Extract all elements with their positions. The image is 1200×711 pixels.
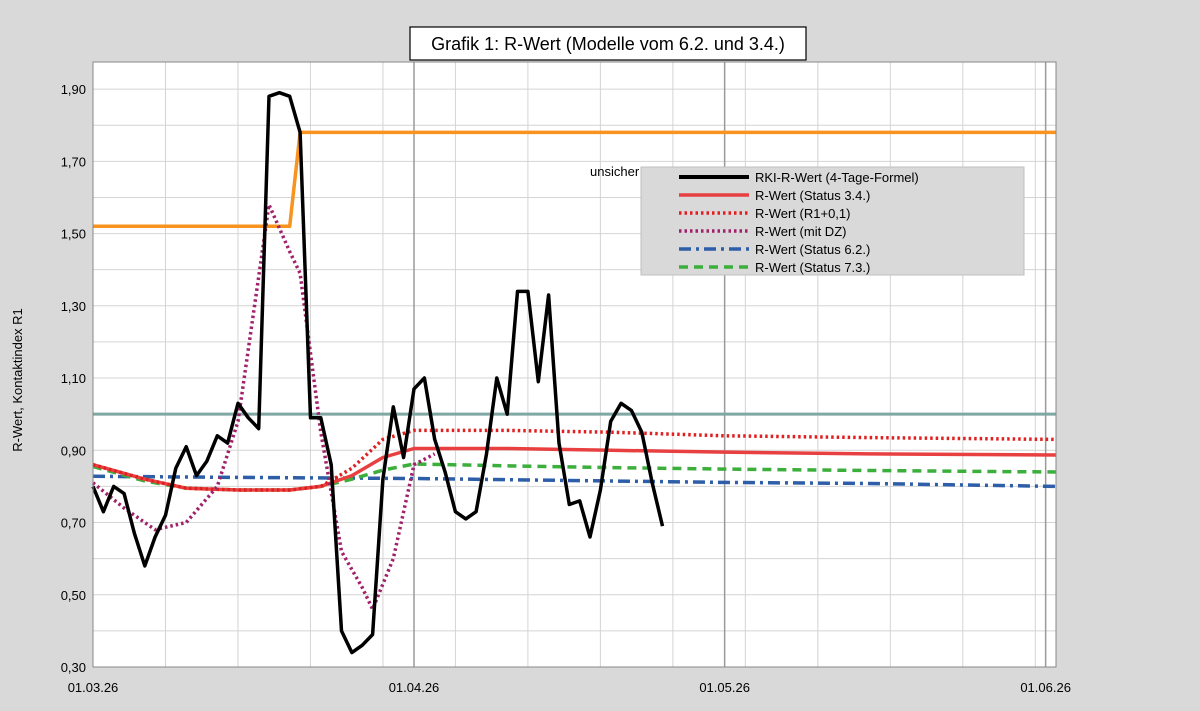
y-tick-label: 0,70 bbox=[61, 516, 86, 531]
legend-label: R-Wert (mit DZ) bbox=[755, 224, 846, 239]
legend-label: R-Wert (Status 7.3.) bbox=[755, 260, 870, 275]
legend-label: R-Wert (Status 3.4.) bbox=[755, 188, 870, 203]
y-tick-label: 0,30 bbox=[61, 660, 86, 675]
y-tick-label: 1,70 bbox=[61, 154, 86, 169]
legend-label: R-Wert (R1+0,1) bbox=[755, 206, 850, 221]
y-tick-label: 0,90 bbox=[61, 443, 86, 458]
chart-svg: 0,30 0,50 0,70 0,90 1,10 1,30 1,50 1,70 1,90 01.0… bbox=[10, 26, 1071, 695]
x-tick-label: 01.05.26 bbox=[699, 680, 750, 695]
chart-title-box: Grafik 1: R-Wert (Modelle vom 6.2. und 3… bbox=[409, 26, 807, 61]
y-axis-label: R-Wert, Kontaktindex R1 bbox=[10, 308, 25, 452]
y-tick-label: 1,90 bbox=[61, 82, 86, 97]
y-tick-label: 1,50 bbox=[61, 227, 86, 242]
chart-title: Grafik 1: R-Wert (Modelle vom 6.2. und 3… bbox=[431, 34, 785, 54]
legend-label: RKI-R-Wert (4-Tage-Formel) bbox=[755, 170, 919, 185]
x-tick-label: 01.06.26 bbox=[1020, 680, 1071, 695]
legend-label: R-Wert (Status 6.2.) bbox=[755, 242, 870, 257]
legend: RKI-R-Wert (4-Tage-Formel) R-Wert (Status… bbox=[640, 166, 1025, 276]
chart-container: 0,30 0,50 0,70 0,90 1,10 1,30 1,50 1,70 1,90 01.0… bbox=[0, 0, 1200, 706]
plot-area bbox=[93, 62, 1056, 667]
y-tick-label: 1,10 bbox=[61, 371, 86, 386]
y-tick-label: 0,50 bbox=[61, 588, 86, 603]
x-tick-label: 01.03.26 bbox=[68, 680, 119, 695]
x-tick-label: 01.04.26 bbox=[389, 680, 440, 695]
annotation-label: unsicher bbox=[590, 164, 640, 179]
y-tick-label: 1,30 bbox=[61, 299, 86, 314]
